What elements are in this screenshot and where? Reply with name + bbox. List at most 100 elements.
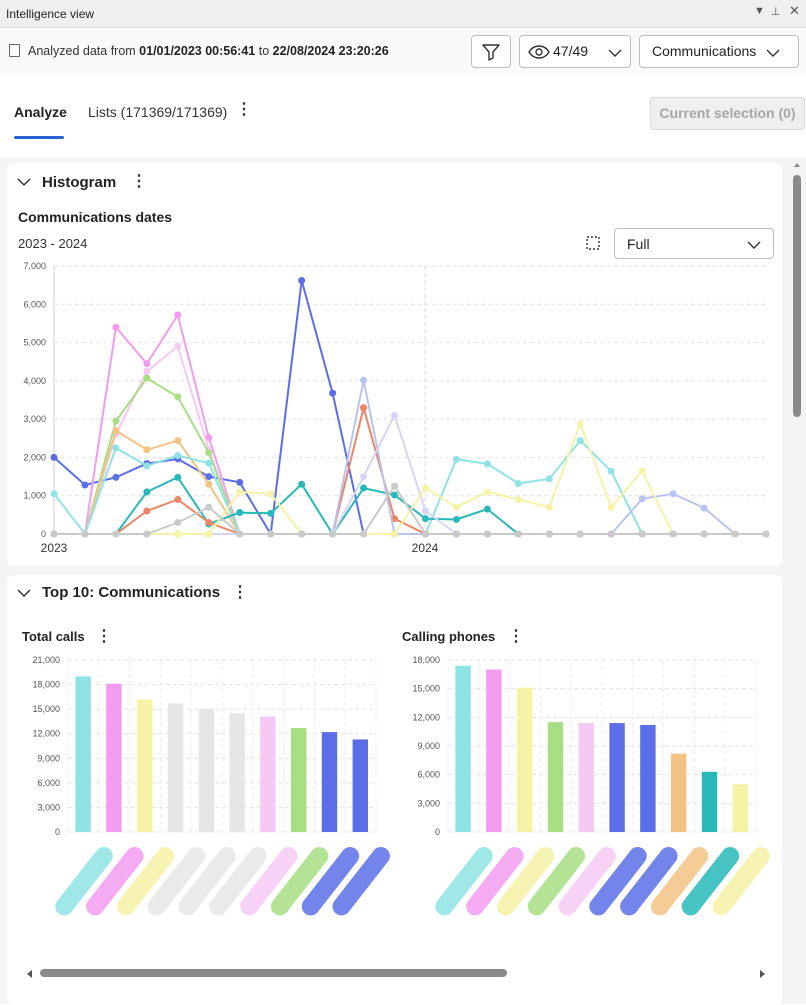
chevron-down-icon xyxy=(608,49,622,57)
filter-button[interactable] xyxy=(471,35,511,68)
y-tick-label: 9,000 xyxy=(417,741,440,751)
collapse-chevron-icon[interactable] xyxy=(17,177,31,187)
bar xyxy=(229,713,245,832)
data-point xyxy=(143,507,151,515)
current-selection-button[interactable]: Current selection (0) xyxy=(650,97,805,130)
data-point xyxy=(174,496,182,504)
series-line xyxy=(54,429,766,535)
data-point xyxy=(391,491,399,499)
granularity-select[interactable]: Full xyxy=(614,228,774,259)
pin-icon[interactable]: ⊥ xyxy=(771,5,781,18)
series-line xyxy=(54,414,766,535)
kebab-icon[interactable]: ⋮ xyxy=(508,629,524,645)
window-titlebar: Intelligence view ▼ ⊥ ✕ xyxy=(0,0,806,28)
data-point xyxy=(112,473,120,481)
data-point xyxy=(174,473,182,481)
vertical-scroll-thumb[interactable] xyxy=(793,175,801,417)
dropdown-arrow-icon[interactable]: ▼ xyxy=(754,5,765,17)
data-point xyxy=(483,460,491,468)
x-tick-label: 2024 xyxy=(412,541,439,555)
bar xyxy=(352,739,368,832)
kebab-icon[interactable]: ⋮ xyxy=(236,102,252,118)
data-point xyxy=(360,484,368,492)
y-tick-label: 15,000 xyxy=(412,684,440,694)
data-point xyxy=(483,488,491,496)
y-tick-label: 6,000 xyxy=(37,778,60,788)
histogram-section-title: Histogram xyxy=(42,174,117,191)
data-point xyxy=(329,530,337,538)
bar xyxy=(106,683,122,832)
data-point xyxy=(421,530,429,538)
y-tick-label: 7,000 xyxy=(23,261,46,271)
data-point xyxy=(267,530,275,538)
data-point xyxy=(452,530,460,538)
data-point xyxy=(267,509,275,517)
data-point xyxy=(143,360,151,368)
data-point xyxy=(391,411,399,419)
data-point xyxy=(514,496,522,504)
y-tick-label: 0 xyxy=(41,529,46,539)
y-tick-label: 2,000 xyxy=(23,452,46,462)
chevron-down-icon xyxy=(766,49,780,57)
kebab-icon[interactable]: ⋮ xyxy=(96,629,112,645)
data-point xyxy=(452,503,460,511)
horizontal-scroll-thumb[interactable] xyxy=(40,969,507,977)
data-point xyxy=(205,530,213,538)
bar xyxy=(136,699,153,832)
data-point xyxy=(50,453,58,461)
data-point xyxy=(205,449,213,457)
selection-icon[interactable] xyxy=(585,235,601,251)
y-tick-label: 3,000 xyxy=(417,798,440,808)
toolbar: Analyzed data from 01/01/2023 00:56:41 t… xyxy=(0,28,806,74)
bar xyxy=(670,753,687,832)
top10-section-title: Top 10: Communications xyxy=(42,584,221,601)
series-line xyxy=(54,314,766,535)
data-point xyxy=(360,404,368,412)
histogram-chart-title: Communications dates xyxy=(18,209,173,225)
data-point xyxy=(421,484,429,492)
granularity-value: Full xyxy=(627,236,650,252)
calling-phones-bar-chart[interactable]: 0 3,000 6,000 9,000 12,000 15,000 18,000 xyxy=(380,650,780,935)
data-point xyxy=(205,480,213,488)
data-point xyxy=(700,504,708,512)
tab-lists[interactable]: Lists (171369/171369) xyxy=(88,104,227,120)
collapse-chevron-icon[interactable] xyxy=(17,588,31,598)
data-point xyxy=(174,311,182,319)
data-point xyxy=(81,481,89,489)
y-tick-label: 18,000 xyxy=(32,680,60,690)
data-point xyxy=(112,427,120,435)
close-icon[interactable]: ✕ xyxy=(789,3,800,19)
data-point xyxy=(391,530,399,538)
total-calls-bar-chart[interactable]: 0 3,000 6,000 9,000 12,000 15,000 18,000 21,000 xyxy=(0,650,390,935)
x-tick-label: 2023 xyxy=(41,541,68,555)
data-point xyxy=(576,420,584,428)
data-point xyxy=(298,480,306,488)
histogram-line-chart[interactable]: 0 1,000 2,000 3,000 4,000 5,000 6,000 7,000 2023… xyxy=(0,258,790,558)
visible-count: 47/49 xyxy=(553,43,589,59)
data-point xyxy=(452,455,460,463)
tab-analyze[interactable]: Analyze xyxy=(14,104,67,120)
bar xyxy=(547,722,564,832)
data-point xyxy=(112,444,120,452)
data-point xyxy=(205,459,213,467)
bar xyxy=(486,669,502,832)
data-point xyxy=(205,519,213,527)
series-line xyxy=(54,422,766,535)
y-tick-label: 3,000 xyxy=(23,414,46,424)
data-point xyxy=(298,530,306,538)
visibility-dropdown[interactable]: 47/49 xyxy=(519,35,631,68)
data-point xyxy=(576,530,584,538)
view-select[interactable]: Communications xyxy=(639,35,799,68)
data-point xyxy=(421,515,429,523)
range-start: 01/01/2023 00:56:41 xyxy=(139,44,256,58)
y-tick-label: 12,000 xyxy=(32,729,60,739)
data-point xyxy=(143,367,151,375)
data-point xyxy=(452,515,460,523)
data-point xyxy=(607,467,615,475)
kebab-icon[interactable]: ⋮ xyxy=(232,585,248,601)
data-point xyxy=(576,437,584,445)
data-point xyxy=(174,437,182,445)
bar xyxy=(75,676,91,832)
data-point xyxy=(236,478,244,486)
kebab-icon[interactable]: ⋮ xyxy=(131,174,147,190)
